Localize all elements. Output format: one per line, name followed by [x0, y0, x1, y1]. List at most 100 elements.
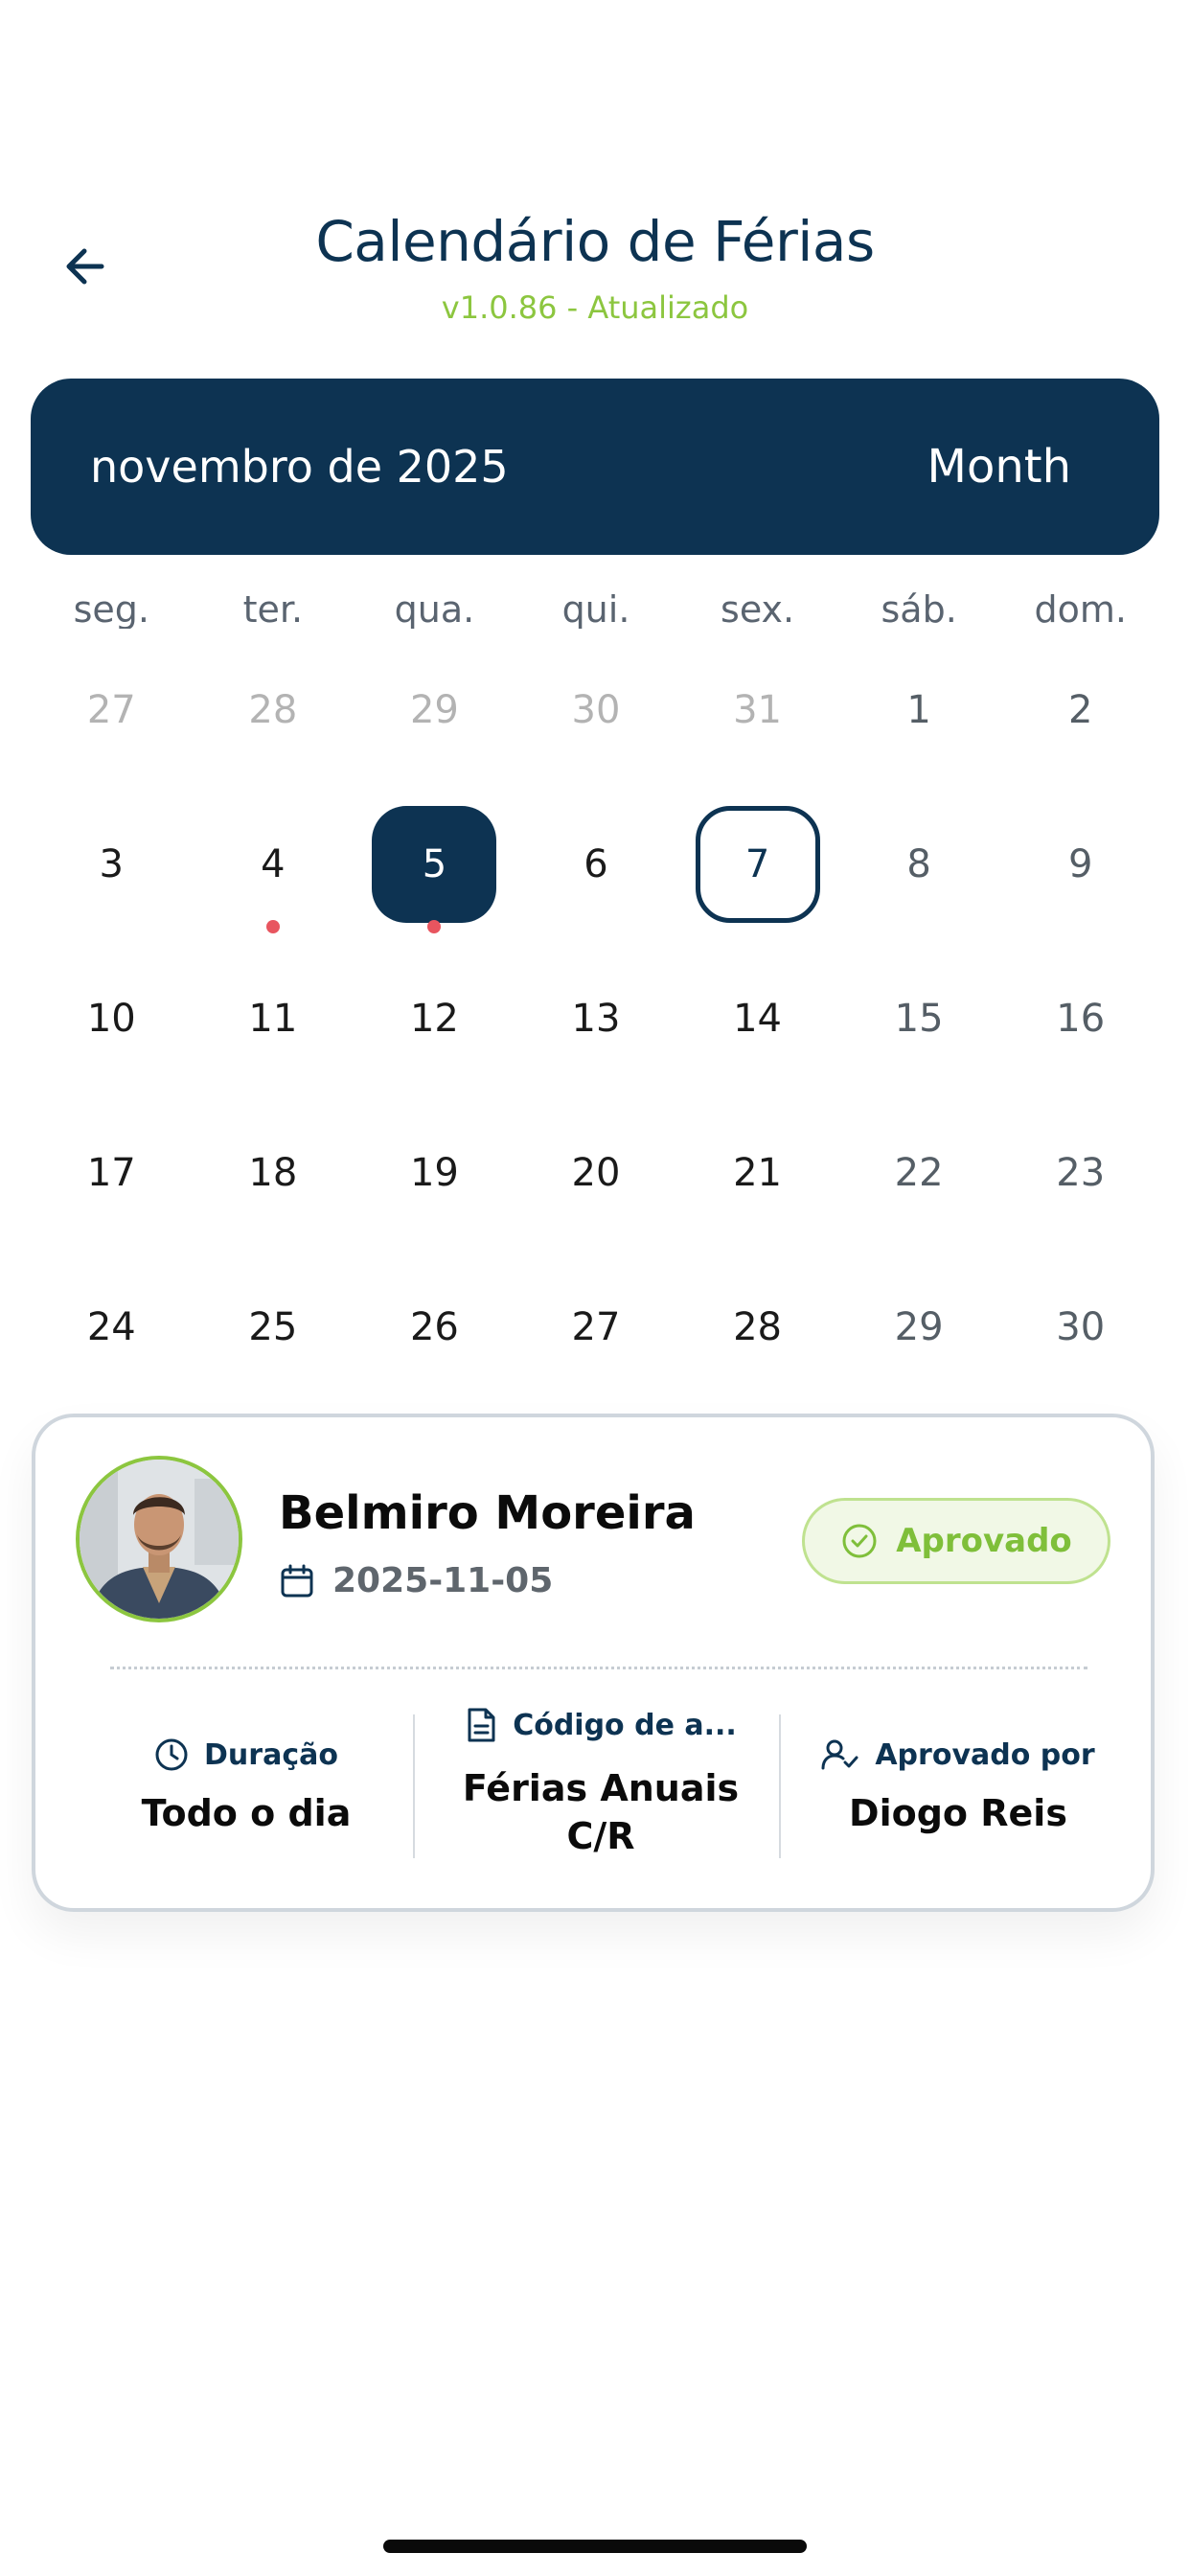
- weekday-label: seg.: [73, 588, 149, 629]
- day-number: 19: [409, 1150, 459, 1195]
- calendar-day[interactable]: 12: [354, 941, 515, 1095]
- day-number: 29: [409, 687, 459, 732]
- approved-by-value: Diogo Reis: [849, 1792, 1067, 1834]
- day-number: 22: [894, 1150, 944, 1195]
- approved-by-section: Aprovado por Diogo Reis: [792, 1705, 1124, 1868]
- weekday-label: dom.: [1034, 588, 1127, 629]
- clock-icon: [155, 1738, 188, 1771]
- absence-code-line-1: Férias Anuais: [462, 1767, 740, 1809]
- day-number: 29: [894, 1304, 944, 1349]
- calendar-day[interactable]: 3: [31, 787, 193, 941]
- check-circle-icon: [842, 1524, 877, 1558]
- day-number: 27: [86, 687, 136, 732]
- day-number: 8: [906, 841, 931, 886]
- column-separator: [779, 1714, 781, 1858]
- day-number: 7: [695, 805, 820, 923]
- day-number: 31: [733, 687, 783, 732]
- day-number: 9: [1067, 841, 1093, 886]
- calendar-day[interactable]: 20: [515, 1095, 677, 1250]
- absence-code-label: Código de a...: [513, 1708, 737, 1742]
- weekday-label: qua.: [394, 588, 475, 629]
- calendar-day[interactable]: 2: [999, 632, 1161, 787]
- day-number: 18: [248, 1150, 298, 1195]
- calendar-day[interactable]: 6: [515, 787, 677, 941]
- calendar-day[interactable]: 25: [193, 1250, 355, 1404]
- day-number: 30: [1056, 1304, 1106, 1349]
- calendar-day[interactable]: 19: [354, 1095, 515, 1250]
- calendar-day[interactable]: 24: [31, 1250, 193, 1404]
- card-divider: [110, 1667, 1087, 1669]
- day-number: 30: [571, 687, 621, 732]
- column-separator: [413, 1714, 415, 1858]
- calendar-day[interactable]: 13: [515, 941, 677, 1095]
- day-number: 28: [248, 687, 298, 732]
- weekday-label: sáb.: [881, 588, 957, 629]
- day-number: 11: [248, 996, 298, 1041]
- absence-code-line-2: C/R: [566, 1815, 635, 1857]
- calendar-day[interactable]: 22: [838, 1095, 1000, 1250]
- day-number: 13: [571, 996, 621, 1041]
- calendar-day[interactable]: 15: [838, 941, 1000, 1095]
- day-number: 24: [86, 1304, 136, 1349]
- month-header-bar: novembro de 2025 Month: [31, 379, 1159, 555]
- event-date-row: 2025-11-05: [279, 1561, 553, 1600]
- home-indicator: [383, 2540, 807, 2553]
- calendar-day[interactable]: 8: [838, 787, 1000, 941]
- calendar-day[interactable]: 29: [354, 632, 515, 787]
- day-number: 1: [906, 687, 931, 732]
- month-label[interactable]: novembro de 2025: [90, 379, 509, 555]
- view-mode-button[interactable]: Month: [927, 379, 1071, 555]
- absence-code-value: Férias Anuais C/R: [463, 1764, 739, 1860]
- status-badge: Aprovado: [802, 1498, 1110, 1584]
- calendar-day[interactable]: 30: [515, 632, 677, 787]
- calendar-day[interactable]: 17: [31, 1095, 193, 1250]
- calendar-day[interactable]: 28: [676, 1250, 838, 1404]
- day-number: 2: [1067, 687, 1093, 732]
- day-number: 4: [261, 841, 286, 886]
- duration-section: Duração Todo o dia: [74, 1705, 419, 1868]
- event-indicator-dot: [427, 920, 442, 933]
- calendar-day[interactable]: 4: [193, 787, 355, 941]
- calendar-day-today[interactable]: 7: [676, 787, 838, 941]
- calendar-day[interactable]: 11: [193, 941, 355, 1095]
- calendar-day-selected[interactable]: 5: [354, 787, 515, 941]
- day-number: 3: [99, 841, 124, 886]
- day-number: 20: [571, 1150, 621, 1195]
- day-number: 10: [86, 996, 136, 1041]
- calendar-day[interactable]: 18: [193, 1095, 355, 1250]
- calendar-day[interactable]: 21: [676, 1095, 838, 1250]
- day-number: 5: [372, 805, 497, 923]
- person-name: Belmiro Moreira: [279, 1486, 696, 1540]
- calendar-day[interactable]: 9: [999, 787, 1161, 941]
- day-number: 26: [409, 1304, 459, 1349]
- absence-code-section: Código de a... Férias Anuais C/R: [428, 1697, 773, 1860]
- day-number: 12: [409, 996, 459, 1041]
- day-number: 15: [894, 996, 944, 1041]
- weekday-label: qui.: [561, 588, 630, 629]
- calendar-day[interactable]: 14: [676, 941, 838, 1095]
- approved-by-label: Aprovado por: [875, 1737, 1095, 1772]
- calendar-day[interactable]: 27: [515, 1250, 677, 1404]
- avatar: [76, 1456, 242, 1622]
- weekday-header: seg. ter. qua. qui. sex. sáb. dom.: [31, 575, 1161, 629]
- calendar-icon: [281, 1564, 313, 1597]
- calendar-day[interactable]: 28: [193, 632, 355, 787]
- version-subtitle: v1.0.86 - Atualizado: [441, 289, 749, 326]
- day-number: 21: [733, 1150, 783, 1195]
- calendar-day[interactable]: 16: [999, 941, 1161, 1095]
- calendar-day[interactable]: 27: [31, 632, 193, 787]
- duration-value: Todo o dia: [141, 1792, 352, 1834]
- calendar-day[interactable]: 31: [676, 632, 838, 787]
- day-number: 6: [584, 841, 608, 886]
- calendar-day[interactable]: 30: [999, 1250, 1161, 1404]
- day-number: 14: [733, 996, 783, 1041]
- calendar-day[interactable]: 1: [838, 632, 1000, 787]
- calendar-day[interactable]: 26: [354, 1250, 515, 1404]
- calendar-day[interactable]: 23: [999, 1095, 1161, 1250]
- day-number: 17: [86, 1150, 136, 1195]
- calendar-day[interactable]: 10: [31, 941, 193, 1095]
- calendar-grid: 27 28 29 30 31 1 2 3 4 5 6 7 8 9 10 11 12 13 14 15 16 17 18 19 2…: [31, 632, 1161, 1404]
- weekday-label: sex.: [721, 588, 795, 629]
- calendar-day[interactable]: 29: [838, 1250, 1000, 1404]
- event-card[interactable]: Belmiro Moreira 2025-11-05 Aprovado Dura…: [32, 1414, 1155, 1912]
